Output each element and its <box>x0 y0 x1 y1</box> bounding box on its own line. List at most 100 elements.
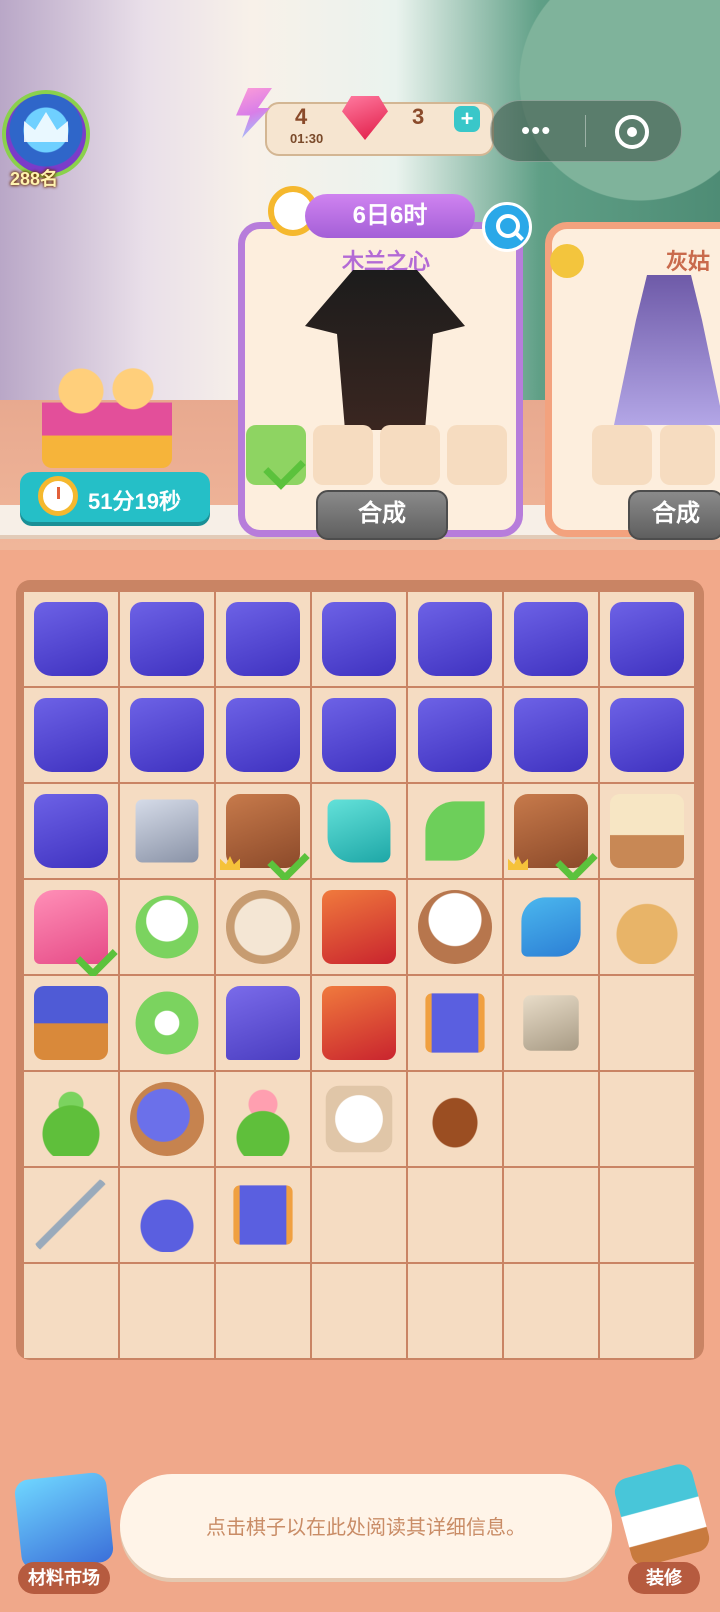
board-cell[interactable] <box>24 1168 118 1262</box>
box-item[interactable] <box>130 698 204 772</box>
board-cell[interactable] <box>24 592 118 686</box>
box-item[interactable] <box>610 602 684 676</box>
board-cell[interactable] <box>504 976 598 1070</box>
board-cell[interactable] <box>24 1072 118 1166</box>
cottonpile-item[interactable] <box>325 1085 393 1153</box>
board-cell[interactable] <box>216 688 310 782</box>
board-cell[interactable] <box>504 1072 598 1166</box>
board-cell[interactable] <box>216 880 310 974</box>
board-cell[interactable] <box>600 784 694 878</box>
cotton-item[interactable] <box>418 890 492 964</box>
board-cell[interactable] <box>312 1168 406 1262</box>
board-cell[interactable] <box>216 784 310 883</box>
box-item[interactable] <box>130 602 204 676</box>
board-cell[interactable] <box>600 592 694 686</box>
spool-item[interactable] <box>233 1185 293 1245</box>
board-cell[interactable] <box>312 976 406 1070</box>
yarn-item[interactable] <box>130 1082 204 1156</box>
board-cell[interactable] <box>120 976 214 1070</box>
board-cell[interactable] <box>600 1072 694 1166</box>
board-cell[interactable] <box>600 976 694 1070</box>
box-item[interactable] <box>226 602 300 676</box>
board-cell[interactable] <box>120 592 214 686</box>
pincushion-item[interactable] <box>130 1178 204 1252</box>
plant-item[interactable] <box>34 1082 108 1156</box>
board-cell[interactable] <box>408 976 502 1070</box>
sprout-item[interactable] <box>610 794 684 868</box>
board-cell[interactable] <box>408 688 502 782</box>
box-item[interactable] <box>34 602 108 676</box>
material-market-button[interactable]: 材料市场 <box>18 1562 110 1594</box>
box-item[interactable] <box>418 602 492 676</box>
board-cell[interactable] <box>408 880 502 974</box>
board-cell[interactable] <box>120 1264 214 1358</box>
board-cell[interactable] <box>216 1264 310 1358</box>
board-cell[interactable] <box>24 688 118 782</box>
spool-machine-item[interactable] <box>34 986 108 1060</box>
material-slot[interactable] <box>246 425 306 490</box>
board-cell[interactable] <box>120 1072 214 1166</box>
box-item[interactable] <box>34 794 108 868</box>
decorate-button[interactable]: 装修 <box>628 1562 700 1594</box>
board-cell[interactable] <box>24 976 118 1070</box>
board-cell[interactable] <box>120 784 214 878</box>
board-cell[interactable] <box>216 592 310 686</box>
flower-item[interactable] <box>226 1082 300 1156</box>
board-cell[interactable] <box>312 592 406 686</box>
sack-item[interactable] <box>610 890 684 964</box>
search-button[interactable] <box>482 202 532 252</box>
material-slot[interactable] <box>592 425 652 485</box>
rocks-item[interactable] <box>523 995 579 1051</box>
rolls-item[interactable] <box>226 890 300 964</box>
board-cell[interactable] <box>408 592 502 686</box>
wood-item[interactable] <box>322 986 396 1060</box>
board-cell[interactable] <box>504 1264 598 1358</box>
board-cell[interactable] <box>600 1264 694 1358</box>
close-target-icon[interactable] <box>615 115 649 149</box>
cloth-item[interactable] <box>327 799 391 863</box>
board-cell[interactable] <box>24 880 118 979</box>
more-icon[interactable]: ••• <box>521 115 551 146</box>
board-cell[interactable] <box>600 1168 694 1262</box>
board-cell[interactable] <box>312 784 406 878</box>
needle-item[interactable] <box>34 1178 108 1252</box>
board-cell[interactable] <box>24 784 118 878</box>
spool-item[interactable] <box>425 993 485 1053</box>
board-cell[interactable] <box>504 784 598 883</box>
board-cell[interactable] <box>216 1168 310 1262</box>
material-slot[interactable] <box>447 425 507 485</box>
box-item[interactable] <box>34 698 108 772</box>
box-item[interactable] <box>322 698 396 772</box>
synthesize-button[interactable]: 合成 <box>316 490 448 540</box>
board-cell[interactable] <box>600 688 694 782</box>
board-cell[interactable] <box>600 880 694 974</box>
gift-box-icon[interactable] <box>42 358 172 468</box>
scoop-item[interactable] <box>521 897 581 957</box>
board-cell[interactable] <box>504 592 598 686</box>
box-item[interactable] <box>322 602 396 676</box>
material-slot[interactable] <box>380 425 440 485</box>
leaf-item[interactable] <box>425 801 485 861</box>
box-item[interactable] <box>610 698 684 772</box>
material-slot[interactable] <box>660 425 715 485</box>
board-cell[interactable] <box>408 784 502 878</box>
box-item[interactable] <box>514 602 588 676</box>
board-cell[interactable] <box>408 1072 502 1166</box>
board-cell[interactable] <box>408 1264 502 1358</box>
board-cell[interactable] <box>504 688 598 782</box>
stone-item[interactable] <box>135 799 199 863</box>
board-cell[interactable] <box>216 976 310 1070</box>
dog-item[interactable] <box>135 895 199 959</box>
board-cell[interactable] <box>504 1168 598 1262</box>
board-cell[interactable] <box>120 688 214 782</box>
sewing-item[interactable] <box>226 986 300 1060</box>
board-cell[interactable] <box>216 1072 310 1166</box>
board-cell[interactable] <box>312 1264 406 1358</box>
box-item[interactable] <box>226 698 300 772</box>
material-slot[interactable] <box>313 425 373 485</box>
worm-item[interactable] <box>135 991 199 1055</box>
synthesize-button[interactable]: 合成 <box>628 490 720 540</box>
seed-item[interactable] <box>418 1082 492 1156</box>
add-gems-button[interactable]: + <box>454 106 480 132</box>
box-item[interactable] <box>514 698 588 772</box>
